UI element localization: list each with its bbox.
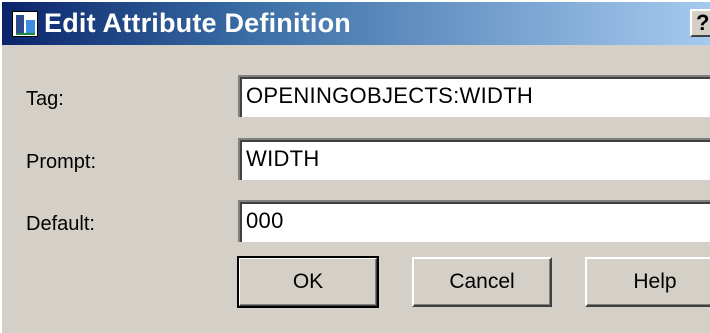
default-label: Default: — [26, 213, 95, 235]
tag-field[interactable]: OPENINGOBJECTS:WIDTH — [238, 75, 710, 117]
tag-label: Tag: — [26, 88, 64, 110]
default-field[interactable]: 000 — [238, 200, 710, 242]
attribute-definition-icon — [12, 10, 38, 37]
prompt-label: Prompt: — [26, 151, 97, 173]
cancel-button[interactable]: Cancel — [412, 257, 552, 307]
prompt-field[interactable]: WIDTH — [238, 138, 710, 180]
help-question-button[interactable]: ? — [690, 9, 710, 37]
help-button[interactable]: Help — [585, 257, 710, 307]
edit-attribute-dialog: Edit Attribute Definition ? Tag: OPENING… — [0, 0, 710, 333]
title-bar[interactable]: Edit Attribute Definition ? — [2, 2, 710, 45]
ok-button[interactable]: OK — [237, 256, 379, 308]
dialog-title: Edit Attribute Definition — [44, 8, 351, 38]
